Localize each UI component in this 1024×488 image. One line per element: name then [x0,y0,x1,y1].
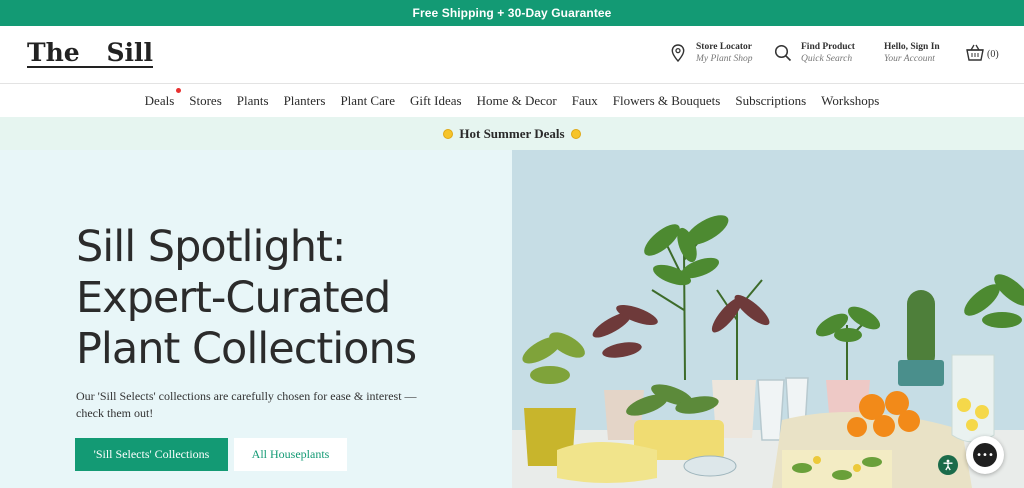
nav-item-gift-ideas[interactable]: Gift Ideas [402,93,469,109]
account-link[interactable]: Hello, Sign In Your Account [884,42,940,65]
hero-image [512,150,1024,488]
find-product-title: Find Product [801,42,855,52]
all-houseplants-button[interactable]: All Houseplants [234,438,347,471]
account-sub: Your Account [884,54,935,64]
hero-description: Our 'Sill Selects' collections are caref… [76,389,417,420]
hero-title-line: Expert-Curated [76,273,391,323]
logo-word-1: The [27,38,80,67]
nav-item-deals[interactable]: Deals [137,87,182,109]
nav-item-workshops[interactable]: Workshops [814,93,887,109]
site-header: The Sill Store Locator My Plant Shop Fin… [0,26,1024,84]
announcement-bar: Free Shipping + 30-Day Guarantee [0,0,1024,26]
find-product-sub: Quick Search [801,54,853,64]
announcement-text: Free Shipping + 30-Day Guarantee [412,6,612,20]
deals-badge-dot [175,87,181,93]
logo-word-2: Sill [106,38,153,67]
nav-item-subscriptions[interactable]: Subscriptions [728,93,814,109]
sill-selects-button[interactable]: 'Sill Selects' Collections [75,438,228,471]
logo[interactable]: The Sill [27,38,153,68]
nav-item-plant-care[interactable]: Plant Care [333,93,403,109]
nav-item-flowers-bouquets[interactable]: Flowers & Bouquets [605,93,728,109]
cart-button[interactable]: (0) [966,44,999,64]
map-pin-icon [668,42,688,64]
account-title: Hello, Sign In [884,42,940,52]
store-locator-link[interactable]: Store Locator My Plant Shop [668,42,752,65]
nav-item-stores[interactable]: Stores [182,93,230,109]
cart-count: (0) [987,48,999,60]
hero-title-line: Plant Collections [76,324,417,374]
promo-banner[interactable]: Hot Summer Deals [0,117,1024,150]
store-locator-sub: My Plant Shop [696,54,753,64]
plant-collection-illustration [512,150,1024,488]
nav-item-planters[interactable]: Planters [276,93,333,109]
store-locator-title: Store Locator [696,42,753,52]
main-nav: Deals Stores Plants Planters Plant Care … [0,84,1024,117]
basket-icon [966,44,984,64]
nav-item-faux[interactable]: Faux [564,93,605,109]
hero-title: Sill Spotlight: Expert-Curated Plant Col… [76,222,506,375]
nav-item-label: Deals [144,92,175,108]
accessibility-icon[interactable] [938,455,958,475]
sun-icon [570,128,581,139]
chat-icon: ••• [973,443,997,467]
search-icon [773,42,793,64]
find-product-link[interactable]: Find Product Quick Search [773,42,855,65]
promo-text: Hot Summer Deals [459,125,565,141]
nav-item-home-decor[interactable]: Home & Decor [469,93,564,109]
chat-button[interactable]: ••• [966,436,1004,474]
sun-icon [443,128,454,139]
nav-item-plants[interactable]: Plants [229,93,276,109]
hero-title-line: Sill Spotlight: [76,222,346,272]
